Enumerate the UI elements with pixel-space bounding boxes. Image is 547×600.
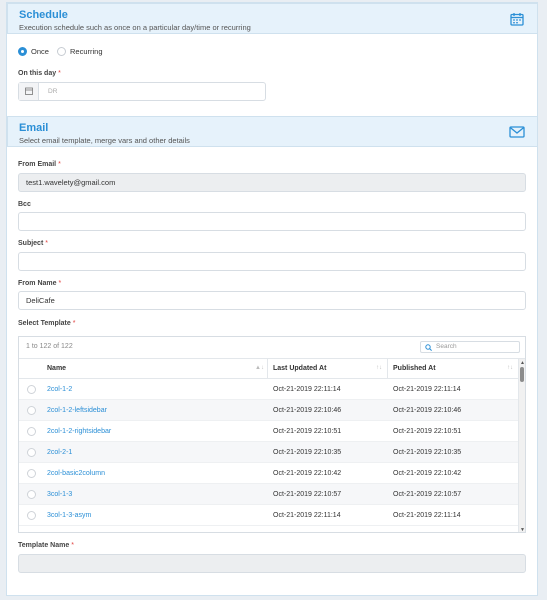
column-header-last-updated[interactable]: Last Updated At xyxy=(273,365,326,372)
row-select-radio[interactable] xyxy=(27,427,36,436)
on-this-day-label: On this day * xyxy=(18,70,61,77)
column-divider xyxy=(387,359,388,378)
template-name-cell[interactable]: 2col-2-1 xyxy=(47,449,72,456)
last-updated-cell: Oct-21-2019 22:10:46 xyxy=(273,407,342,414)
from-email-field[interactable]: test1.wavelety@gmail.com xyxy=(18,173,526,192)
column-header-name[interactable]: Name xyxy=(47,365,66,372)
template-name-cell[interactable]: 2col-basic2column xyxy=(47,470,105,477)
table-row[interactable]: 2col-2-1 Oct-21-2019 22:10:35 Oct-21-201… xyxy=(19,442,525,463)
grid-pager: 1 to 122 of 122 xyxy=(26,343,73,350)
calendar-icon xyxy=(510,12,524,28)
subject-label: Subject * xyxy=(18,240,48,247)
email-title: Email xyxy=(19,122,49,134)
schedule-title: Schedule xyxy=(19,9,68,21)
row-select-radio[interactable] xyxy=(27,448,36,457)
envelope-icon xyxy=(509,126,525,140)
from-name-field[interactable]: DeliCafe xyxy=(18,291,526,310)
from-email-label: From Email * xyxy=(18,161,61,168)
row-select-radio[interactable] xyxy=(27,511,36,520)
radio-recurring[interactable] xyxy=(57,47,66,56)
sort-asc-icon[interactable]: ▲↓ xyxy=(255,365,264,371)
last-updated-cell: Oct-21-2019 22:10:42 xyxy=(273,470,342,477)
search-icon xyxy=(425,344,432,351)
table-row[interactable]: 3col-1-3-asym Oct-21-2019 22:11:14 Oct-2… xyxy=(19,505,525,526)
table-row[interactable]: 2col-1-2-leftsidebar Oct-21-2019 22:10:4… xyxy=(19,400,525,421)
select-template-label: Select Template * xyxy=(18,320,76,327)
date-input[interactable]: DR xyxy=(48,83,57,100)
radio-once[interactable] xyxy=(18,47,27,56)
grid-scrollbar[interactable]: ▲ ▼ xyxy=(518,359,525,532)
template-name-cell[interactable]: 3col-1-3 xyxy=(47,491,72,498)
last-updated-cell: Oct-21-2019 22:10:57 xyxy=(273,491,342,498)
published-cell: Oct-21-2019 22:10:51 xyxy=(393,428,462,435)
row-select-radio[interactable] xyxy=(27,469,36,478)
scroll-up-icon[interactable]: ▲ xyxy=(519,360,525,366)
email-subtitle: Select email template, merge vars and ot… xyxy=(19,136,190,145)
sort-icon[interactable]: ↑↓ xyxy=(376,365,382,371)
template-name-field[interactable] xyxy=(18,554,526,573)
published-cell: Oct-21-2019 22:11:14 xyxy=(393,512,461,519)
grid-search-input[interactable]: Search xyxy=(420,341,520,353)
bcc-label: Bcc xyxy=(18,201,31,208)
last-updated-cell: Oct-21-2019 22:11:14 xyxy=(273,512,341,519)
email-section-header: Email Select email template, merge vars … xyxy=(7,116,538,147)
published-cell: Oct-21-2019 22:10:46 xyxy=(393,407,462,414)
row-select-radio[interactable] xyxy=(27,406,36,415)
bcc-field[interactable] xyxy=(18,212,526,231)
search-placeholder: Search xyxy=(436,343,457,350)
schedule-section-header: Schedule Execution schedule such as once… xyxy=(7,3,538,34)
last-updated-cell: Oct-21-2019 22:10:35 xyxy=(273,449,342,456)
template-name-cell[interactable]: 2col-1-2 xyxy=(47,386,72,393)
published-cell: Oct-21-2019 22:10:42 xyxy=(393,470,462,477)
date-calendar-icon xyxy=(19,83,39,100)
table-row[interactable]: 2col-basic2column Oct-21-2019 22:10:42 O… xyxy=(19,463,525,484)
schedule-subtitle: Execution schedule such as once on a par… xyxy=(19,23,251,32)
grid-toolbar: 1 to 122 of 122 Search xyxy=(19,337,525,359)
subject-field[interactable] xyxy=(18,252,526,271)
table-row[interactable]: 3col-1-3 Oct-21-2019 22:10:57 Oct-21-201… xyxy=(19,484,525,505)
template-name-cell[interactable]: 2col-1-2-leftsidebar xyxy=(47,407,107,414)
scrollbar-thumb[interactable] xyxy=(520,367,524,382)
published-cell: Oct-21-2019 22:11:14 xyxy=(393,386,461,393)
template-name-cell[interactable]: 2col-1-2-rightsidebar xyxy=(47,428,111,435)
row-select-radio[interactable] xyxy=(27,490,36,499)
published-cell: Oct-21-2019 22:10:35 xyxy=(393,449,462,456)
scroll-down-icon[interactable]: ▼ xyxy=(519,527,525,532)
grid-header-row: Name ▲↓ Last Updated At ↑↓ Published At … xyxy=(19,359,525,379)
sort-icon[interactable]: ↑↓ xyxy=(507,365,513,371)
table-row[interactable]: 2col-1-2 Oct-21-2019 22:11:14 Oct-21-201… xyxy=(19,379,525,400)
radio-recurring-label: Recurring xyxy=(70,47,103,56)
table-row[interactable]: 2col-1-2-rightsidebar Oct-21-2019 22:10:… xyxy=(19,421,525,442)
published-cell: Oct-21-2019 22:10:57 xyxy=(393,491,462,498)
last-updated-cell: Oct-21-2019 22:10:51 xyxy=(273,428,342,435)
template-grid: 1 to 122 of 122 Search Name ▲↓ Last Upda… xyxy=(18,336,526,533)
row-select-radio[interactable] xyxy=(27,385,36,394)
template-name-label: Template Name * xyxy=(18,542,74,549)
last-updated-cell: Oct-21-2019 22:11:14 xyxy=(273,386,341,393)
date-field[interactable]: DR xyxy=(18,82,266,101)
column-divider xyxy=(267,359,268,378)
radio-once-label: Once xyxy=(31,47,49,56)
column-header-published[interactable]: Published At xyxy=(393,365,436,372)
template-name-cell[interactable]: 3col-1-3-asym xyxy=(47,512,91,519)
from-name-label: From Name * xyxy=(18,280,62,287)
